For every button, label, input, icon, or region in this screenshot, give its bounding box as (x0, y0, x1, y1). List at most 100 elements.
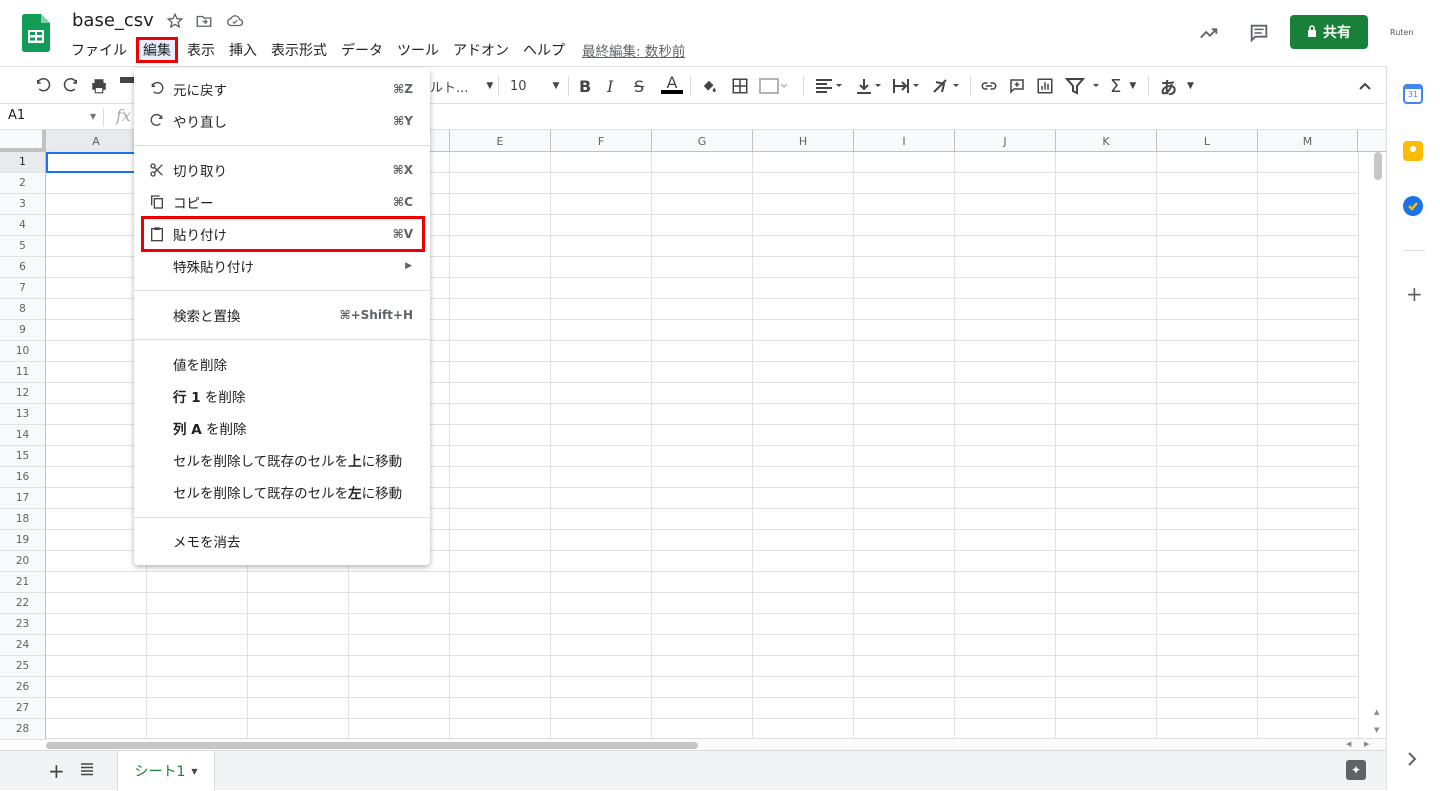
undo-icon[interactable] (34, 76, 52, 96)
row-header[interactable]: 2 (0, 173, 46, 194)
row-header[interactable]: 12 (0, 383, 46, 404)
align-horizontal-icon[interactable] (814, 76, 844, 96)
text-rotation-icon[interactable] (931, 76, 961, 96)
row-header[interactable]: 3 (0, 194, 46, 215)
align-vertical-icon[interactable] (853, 76, 883, 96)
menu-redo[interactable]: やり直し ⌘Y (134, 105, 430, 137)
vertical-scrollbar[interactable] (1358, 152, 1386, 740)
row-header[interactable]: 17 (0, 488, 46, 509)
strikethrough-icon[interactable]: S (634, 76, 644, 96)
cloud-status-icon[interactable] (226, 12, 246, 32)
redo-icon[interactable] (62, 76, 80, 96)
column-header[interactable]: G (652, 130, 753, 152)
italic-icon[interactable]: I (607, 76, 613, 96)
calendar-icon[interactable]: 31 (1403, 84, 1423, 104)
name-box[interactable]: A1 (8, 108, 25, 123)
menu-find-replace[interactable]: 検索と置換 ⌘+Shift+H (134, 299, 430, 331)
collapse-side-panel-icon[interactable] (1407, 752, 1417, 770)
column-header[interactable]: K (1056, 130, 1157, 152)
functions-icon[interactable]: Σ ▼ (1110, 76, 1136, 97)
menu-clear-notes[interactable]: メモを消去 (134, 525, 430, 557)
scroll-down-icon[interactable]: ▼ (1374, 726, 1379, 734)
font-name-dropdown[interactable]: ルト... ▼ (430, 76, 493, 96)
row-header[interactable]: 20 (0, 551, 46, 572)
row-header[interactable]: 15 (0, 446, 46, 467)
chevron-down-icon[interactable]: ▼ (90, 112, 96, 121)
sheet-tab-active[interactable]: シート1 ▼ (117, 751, 215, 791)
column-header[interactable]: F (551, 130, 652, 152)
filter-icon[interactable] (1065, 76, 1101, 96)
column-header[interactable]: A (46, 130, 147, 152)
collapse-menu-icon[interactable] (1358, 76, 1372, 96)
row-header[interactable]: 14 (0, 425, 46, 446)
sheets-logo-icon[interactable] (22, 14, 50, 52)
bold-icon[interactable]: B (579, 76, 591, 96)
menu-delete-values[interactable]: 値を削除 (134, 348, 430, 380)
row-header[interactable]: 1 (0, 152, 46, 173)
merge-cells-icon[interactable] (759, 76, 787, 96)
horizontal-scroll-thumb[interactable] (46, 742, 698, 749)
scroll-right-icon[interactable]: ▶ (1364, 740, 1369, 748)
row-header[interactable]: 7 (0, 278, 46, 299)
row-header[interactable]: 27 (0, 698, 46, 719)
scroll-left-icon[interactable]: ◀ (1346, 740, 1351, 748)
account-avatar[interactable]: Ruten (1390, 28, 1413, 37)
row-header[interactable]: 18 (0, 509, 46, 530)
row-header[interactable]: 28 (0, 719, 46, 740)
activity-trend-icon[interactable] (1198, 22, 1218, 42)
menu-copy[interactable]: コピー ⌘C (134, 186, 430, 218)
column-header[interactable]: M (1258, 130, 1358, 152)
row-header[interactable]: 24 (0, 635, 46, 656)
vertical-scroll-thumb[interactable] (1374, 152, 1382, 180)
menu-delete-shift-left[interactable]: セルを削除して既存のセルを左に移動 (134, 476, 430, 508)
select-all-corner[interactable] (0, 130, 46, 152)
explore-icon[interactable]: ✦ (1346, 760, 1366, 780)
column-header[interactable]: J (955, 130, 1056, 152)
menu-tools[interactable]: ツール (390, 38, 446, 62)
selected-cell[interactable] (46, 152, 147, 173)
row-header[interactable]: 23 (0, 614, 46, 635)
add-sheet-icon[interactable]: + (48, 759, 65, 783)
paint-format-icon[interactable] (120, 76, 134, 96)
add-addon-icon[interactable]: + (1406, 282, 1423, 306)
text-wrap-icon[interactable] (891, 76, 921, 96)
row-header[interactable]: 11 (0, 362, 46, 383)
tasks-icon[interactable] (1403, 196, 1423, 216)
row-header[interactable]: 16 (0, 467, 46, 488)
column-header[interactable]: H (753, 130, 854, 152)
insert-chart-icon[interactable] (1036, 76, 1054, 96)
scroll-up-icon[interactable]: ▲ (1374, 708, 1379, 716)
menu-delete-column[interactable]: 列 A を削除 (134, 412, 430, 444)
row-header[interactable]: 9 (0, 320, 46, 341)
all-sheets-menu-icon[interactable] (80, 761, 94, 780)
menu-data[interactable]: データ (334, 38, 390, 62)
column-header[interactable]: E (450, 130, 551, 152)
menu-insert[interactable]: 挿入 (222, 38, 264, 62)
star-icon[interactable] (166, 12, 186, 32)
row-header[interactable]: 21 (0, 572, 46, 593)
menu-cut[interactable]: 切り取り ⌘X (134, 154, 430, 186)
menu-undo[interactable]: 元に戻す ⌘Z (134, 73, 430, 105)
row-header[interactable]: 22 (0, 593, 46, 614)
row-header[interactable]: 10 (0, 341, 46, 362)
print-icon[interactable] (90, 76, 108, 96)
font-size-dropdown[interactable]: 10 ▼ (510, 76, 559, 96)
share-button[interactable]: 共有 (1290, 15, 1368, 49)
menu-delete-shift-up[interactable]: セルを削除して既存のセルを上に移動 (134, 444, 430, 476)
menu-file[interactable]: ファイル (64, 38, 134, 62)
menu-edit[interactable]: 編集 (136, 37, 178, 63)
row-header[interactable]: 26 (0, 677, 46, 698)
column-header[interactable]: L (1157, 130, 1258, 152)
move-folder-icon[interactable] (195, 12, 215, 32)
document-title[interactable]: base_csv (72, 10, 154, 31)
row-header[interactable]: 25 (0, 656, 46, 677)
row-header[interactable]: 4 (0, 215, 46, 236)
comments-icon[interactable] (1248, 22, 1268, 43)
insert-comment-icon[interactable] (1008, 76, 1026, 96)
menu-view[interactable]: 表示 (180, 38, 222, 62)
borders-icon[interactable] (731, 76, 749, 96)
column-header[interactable]: I (854, 130, 955, 152)
keep-icon[interactable] (1403, 141, 1423, 161)
row-header[interactable]: 6 (0, 257, 46, 278)
row-header[interactable]: 8 (0, 299, 46, 320)
